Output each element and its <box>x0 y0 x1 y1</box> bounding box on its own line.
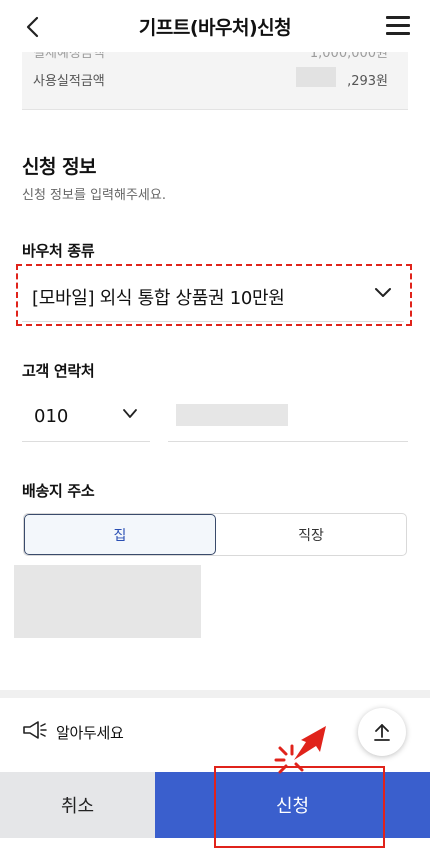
masked-value <box>296 67 336 87</box>
arrow-up-icon <box>374 724 390 741</box>
summary-value: ,293원 <box>347 74 388 89</box>
page-title: 기프트(바우처)신청 <box>138 17 292 39</box>
cancel-button[interactable]: 취소 <box>0 772 155 838</box>
section-title: 신청 정보 <box>22 156 97 178</box>
masked-address <box>14 565 201 638</box>
chevron-down-icon <box>375 288 391 297</box>
hamburger-icon <box>386 16 410 19</box>
phone-prefix-select[interactable]: 010 <box>22 392 150 442</box>
menu-button[interactable] <box>386 14 412 38</box>
bottom-action-bar: 취소 신청 <box>0 772 430 838</box>
phone-prefix-value: 010 <box>34 406 69 427</box>
apply-button[interactable]: 신청 <box>155 772 430 838</box>
address-label: 배송지 주소 <box>22 482 95 500</box>
address-option-home[interactable]: 집 <box>24 514 216 555</box>
voucher-type-label: 바우처 종류 <box>22 242 95 260</box>
chevron-down-icon <box>123 409 137 418</box>
voucher-type-value: [모바일] 외식 통합 상품권 10만원 <box>32 287 285 309</box>
section-divider <box>0 690 430 698</box>
section-subtitle: 신청 정보를 입력해주세요. <box>22 188 166 203</box>
phone-number-input[interactable] <box>168 392 408 442</box>
address-type-toggle: 집 직장 <box>23 513 407 556</box>
contact-label: 고객 연락처 <box>22 362 95 380</box>
masked-phone-number <box>176 404 288 426</box>
summary-label: 사용실적금액 <box>33 74 105 89</box>
address-option-work[interactable]: 직장 <box>216 514 406 555</box>
scroll-to-top-button[interactable] <box>358 708 406 756</box>
notice-text: 알아두세요 <box>56 724 124 742</box>
voucher-type-select[interactable]: [모바일] 외식 통합 상품권 10만원 <box>22 272 404 322</box>
megaphone-icon <box>23 721 47 739</box>
app-header: 기프트(바우처)신청 <box>0 0 430 52</box>
